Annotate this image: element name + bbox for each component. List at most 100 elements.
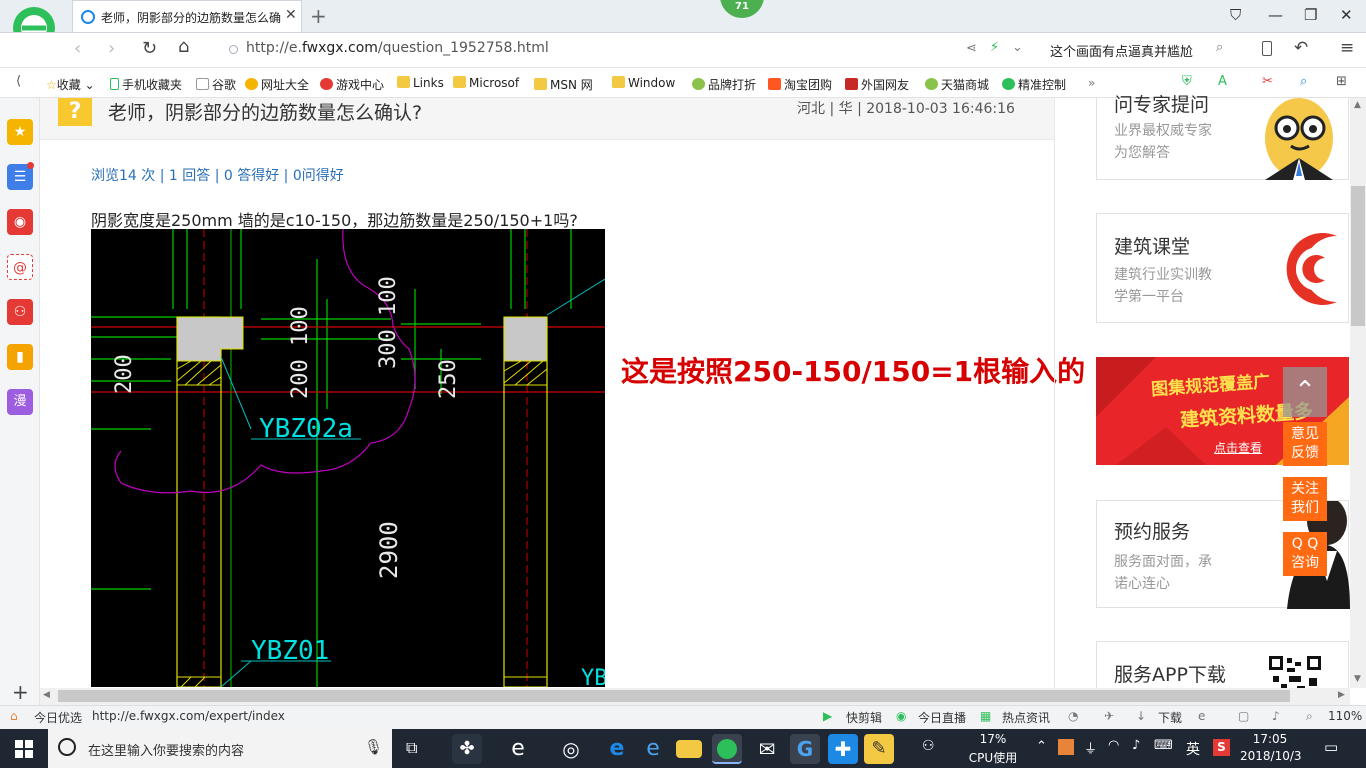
back-to-top-icon[interactable]: ⌃ [1283,367,1327,417]
bookmark-tmall[interactable]: 天猫商城 [925,76,989,93]
bookmark-taobao[interactable]: 淘宝团购 [768,76,832,93]
feedback-button[interactable]: 意见 反馈 [1283,422,1327,466]
windows-start-icon[interactable] [15,740,33,758]
scissors-icon[interactable]: ✂ [1262,74,1273,89]
qq-consult-button[interactable]: Q Q 咨询 [1283,532,1327,576]
bookmark-links[interactable]: Links [397,76,444,90]
wifi-icon[interactable]: ◠ [1108,738,1119,753]
shirt-icon[interactable]: ⛉ [1230,6,1241,24]
speed-icon[interactable]: ◔ [1068,709,1078,723]
bookmark-foreign[interactable]: 外国网友 [845,76,909,93]
comic-icon[interactable]: 漫 [7,389,33,415]
scroll-up-icon[interactable]: ▲ [1354,100,1361,110]
vertical-scroll-thumb[interactable] [1351,186,1365,326]
url-field[interactable]: http://e.fwxgx.com/question_1952758.html [246,40,549,56]
bookmarks-more-icon[interactable]: » [1088,76,1095,90]
search-icon[interactable]: ⌕ [1216,40,1223,55]
status-today-picks[interactable]: 今日优选 [34,709,82,726]
notes-app-icon[interactable]: ✎ [864,734,894,764]
back-icon[interactable]: ‹ [74,38,81,59]
undo-icon[interactable]: ↶ [1294,38,1308,58]
tray-usb-icon[interactable]: ⏚ [1084,738,1097,757]
bookmark-games[interactable]: 游戏中心 [320,76,384,93]
mic-icon[interactable]: 🎙 [364,738,383,756]
minimize-icon[interactable]: — [1268,6,1283,24]
follow-button[interactable]: 关注 我们 [1283,477,1327,521]
mail-icon[interactable]: @ [7,254,33,280]
hint-text[interactable]: 这个画面有点逼真并尴尬 [1050,41,1193,60]
weibo-icon[interactable]: ◉ [7,209,33,235]
close-window-icon[interactable]: ✕ [1340,6,1353,24]
clock-date[interactable]: 2018/10/3 [1240,749,1302,763]
bookmark-windows[interactable]: Window [612,76,675,90]
window-icon[interactable]: ▢ [1238,709,1249,723]
people-icon[interactable]: ⚇ [922,738,935,754]
bookmarks-toggle-icon[interactable]: ⟨ [16,74,21,89]
scroll-down-icon[interactable]: ▼ [1354,674,1361,684]
spiral-app-icon[interactable]: ◎ [556,734,586,764]
edge-legacy-icon[interactable]: e [503,734,533,764]
add-sidebar-icon[interactable]: + [12,680,29,704]
status-hot-news[interactable]: 热点资讯 [1002,709,1050,726]
sogou-icon[interactable]: S [1213,739,1230,756]
horizontal-scroll-thumb[interactable] [58,690,1290,702]
grid-icon[interactable]: ⊞ [1336,74,1347,89]
bookmark-google[interactable]: 谷歌 [196,76,236,93]
edge-icon[interactable]: e [602,734,632,764]
refresh-icon[interactable]: ↻ [142,38,157,59]
plus-app-icon[interactable]: ✚ [828,734,858,764]
taskbar-search[interactable]: 在这里输入你要搜索的内容 🎙 [48,729,392,768]
forward-icon[interactable]: › [108,38,115,59]
status-download[interactable]: 下载 [1158,709,1182,726]
pin-icon[interactable]: ✈ [1104,709,1114,723]
ie-icon[interactable]: e [1198,709,1205,723]
news-hot-icon[interactable]: ▦ [980,709,991,723]
classroom-card[interactable]: 建筑课堂 建筑行业实训教 学第一平台 [1096,213,1349,323]
browser-active-icon[interactable] [712,734,742,764]
lightning-icon[interactable]: ⚡ [990,40,999,55]
expert-card[interactable]: 问专家提问 业界最权威专家 为您解答 [1096,94,1349,180]
restore-icon[interactable]: ❐ [1304,6,1317,24]
app-download-card[interactable]: 服务APP下载 [1096,641,1349,692]
file-explorer-icon[interactable] [676,740,702,758]
shield-icon[interactable]: ⛨ [1182,74,1192,89]
menu-icon[interactable]: ≡ [1340,38,1354,58]
task-view-icon[interactable]: ⧉ [406,738,417,758]
zoom-icon[interactable]: ⌕ [1306,709,1313,724]
translate-icon[interactable]: A [1218,74,1227,89]
chevron-down-icon[interactable]: ⌄ [1012,40,1023,55]
home-icon[interactable]: ⌂ [178,36,189,57]
bookmark-favorites[interactable]: ☆收藏 ⌄ [46,76,95,93]
question-stats[interactable]: 浏览14 次 | 1 回答 | 0 答得好 | 0问得好 [91,165,344,185]
phone-icon[interactable] [1262,41,1272,56]
mail-taskbar-icon[interactable]: ✉ [752,734,782,764]
download-icon[interactable]: ↓ [1136,709,1146,723]
volume-icon[interactable]: ♪ [1272,709,1280,723]
game-icon[interactable]: ⚇ [7,299,33,325]
tray-app-icon[interactable] [1058,739,1074,755]
search-tool-icon[interactable]: ⌕ [1300,74,1307,89]
bookmark-book-icon[interactable]: ▮ [7,344,33,370]
clip-icon[interactable]: ▶ [823,709,832,723]
scroll-right-icon[interactable]: ▶ [1338,690,1345,700]
tab-active[interactable]: 老师，阴影部分的边筋数量怎么确认？ ✕ [72,0,302,32]
favorites-star-icon[interactable]: ★ [7,119,33,145]
bookmark-sites[interactable]: 网址大全 [245,76,309,93]
tray-expand-icon[interactable]: ⌃ [1036,739,1047,754]
bookmark-microsoft[interactable]: Microsof [453,76,519,90]
status-quick-clip[interactable]: 快剪辑 [846,709,882,726]
pinwheel-app-icon[interactable]: ✤ [452,734,482,764]
ie-taskbar-icon[interactable]: e [638,734,668,764]
g-app-icon[interactable]: G [790,734,820,764]
speaker-icon[interactable]: ♪ [1132,738,1140,753]
bookmark-precise[interactable]: 精准控制 [1002,76,1066,93]
bookmark-mobile[interactable]: 手机收藏夹 [110,76,182,93]
new-tab-icon[interactable]: + [310,4,327,28]
banner-link[interactable]: 点击查看 [1214,439,1262,456]
clock-time[interactable]: 17:05 [1240,732,1300,746]
live-icon[interactable]: ◉ [896,709,906,723]
keyboard-icon[interactable]: ⌨ [1154,738,1173,753]
bookmark-brand[interactable]: 品牌打折 [692,76,756,93]
status-zoom[interactable]: 110% [1328,709,1362,723]
tab-close-icon[interactable]: ✕ [285,7,297,23]
